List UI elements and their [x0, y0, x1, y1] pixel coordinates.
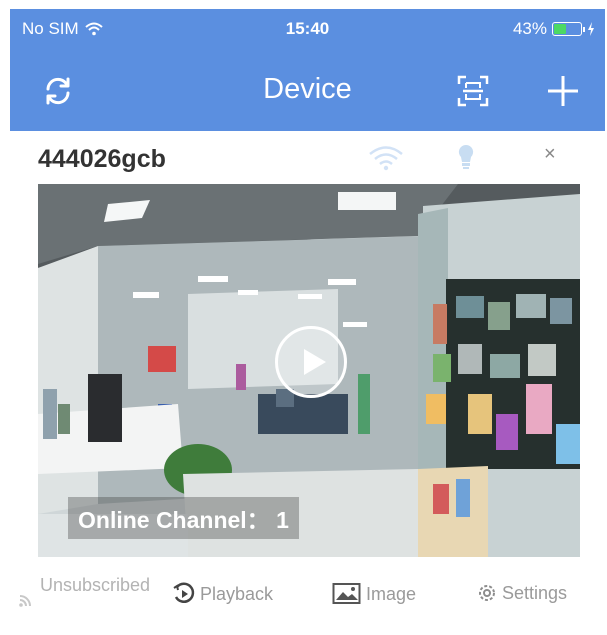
play-button[interactable] [275, 326, 347, 398]
charging-icon [588, 22, 594, 36]
page-title: Device [263, 73, 352, 105]
status-bar: No SIM 15:40 43% [10, 9, 605, 49]
image-label: Image [366, 583, 417, 604]
playback-icon [173, 582, 195, 603]
bulb-icon[interactable] [456, 143, 476, 171]
close-icon[interactable]: × [544, 143, 556, 166]
add-icon[interactable] [543, 71, 583, 111]
play-icon [304, 349, 326, 375]
battery-fill [554, 24, 567, 34]
playback-button[interactable]: Playback [172, 582, 273, 606]
image-icon [332, 583, 361, 604]
status-right: 43% [513, 19, 595, 39]
action-bar: Unsubscribed Playback Image Settings [10, 564, 605, 635]
settings-label: Settings [502, 582, 568, 603]
battery-percent: 43% [512, 19, 547, 38]
online-channel-label: Online Channel： 1 [68, 497, 299, 539]
settings-button[interactable]: Settings [476, 582, 567, 604]
app-frame: No SIM 15:40 43% Device 444026gcb × Onli… [10, 9, 605, 635]
device-header: 444026gcb × [10, 131, 605, 187]
wifi-icon [369, 146, 403, 171]
battery-icon [552, 22, 585, 36]
nav-bar: Device [10, 49, 605, 131]
gear-icon [479, 585, 495, 601]
playback-label: Playback [200, 583, 274, 604]
scan-icon[interactable] [455, 73, 491, 109]
video-preview[interactable]: Online Channel： 1 [38, 184, 580, 557]
device-name: 444026gcb [38, 145, 166, 173]
unsubscribed-button[interactable]: Unsubscribed [18, 572, 151, 608]
rss-icon [19, 595, 31, 607]
image-button[interactable]: Image [332, 582, 416, 606]
unsubscribed-label: Unsubscribed [40, 575, 151, 595]
